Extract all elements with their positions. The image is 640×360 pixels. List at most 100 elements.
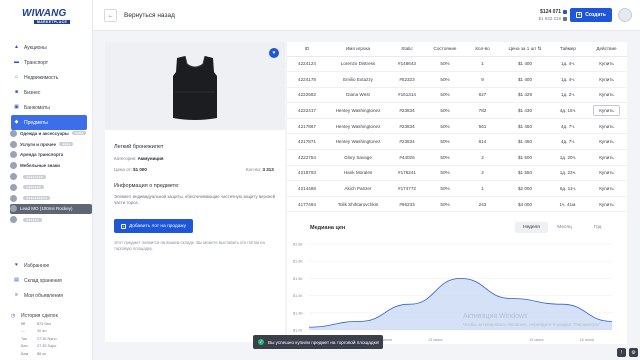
list-item[interactable]: Мебельные знаки (10, 160, 92, 171)
x-tick-label: 13 июня (428, 338, 442, 342)
buy-button[interactable]: Купить (586, 180, 627, 197)
table-cell: $1 429 (500, 87, 550, 104)
table-cell: 1д. 4ч. (550, 56, 586, 73)
logo[interactable]: WIWANG MARKETPLACE (22, 8, 71, 27)
status-badge: ●●●●●●●● (23, 174, 46, 179)
main-nav: ▲ Аукционы ▬ Транспорт ⌂ Недвижимость ■ Бизн… (11, 40, 87, 130)
briefcase-icon: ■ (14, 89, 19, 95)
table-cell: #23834 (389, 102, 425, 119)
avatar[interactable] (618, 8, 632, 22)
sidebar-item-transport[interactable]: ▬ Транспорт (11, 55, 87, 70)
list-item[interactable]: Одежда и аксессуары ●●●● (10, 128, 92, 139)
x-tick-label: 16 июня (580, 338, 594, 342)
sidebar-item-label: Бизнес (24, 89, 41, 96)
topbar: ← Вернуться назад $124 071 $1 832 219 + С… (93, 0, 640, 31)
table-cell: 4217867 (287, 118, 327, 135)
sidebar-item-label: Мои объявления (24, 292, 63, 299)
buy-button[interactable]: Купить (586, 118, 627, 135)
sidebar-item-realty[interactable]: ⌂ Недвижимость (11, 70, 87, 85)
table-row: 4224124 Lorenzo Distress #148643 50% 1 $1 400… (287, 56, 627, 73)
table-cell: 2 (465, 149, 500, 166)
table-cell: 50% (425, 102, 465, 119)
table-cell: 4222417 (287, 102, 327, 119)
back-link[interactable]: Вернуться назад (124, 12, 175, 19)
qty-row: Кол-во: 3 313 (246, 167, 274, 172)
list-item[interactable]: ●●●●●●● (10, 182, 92, 193)
list-item[interactable]: ●●●●●●●● (10, 171, 92, 182)
avatar (10, 216, 17, 224)
favorite-button[interactable]: ♥ (269, 48, 279, 58)
user-list: Одежда и аксессуары ●●●● Услуги и прочее ●… (10, 128, 92, 225)
table-cell: 50% (425, 71, 465, 88)
sidebar-item-auctions[interactable]: ▲ Аукционы (11, 40, 87, 55)
sidebar-item-label: Предметы (24, 119, 48, 126)
sidebar-item-my-ads[interactable]: ≡ Мои объявления (11, 288, 87, 303)
y-tick-label: $1.2К (293, 329, 303, 333)
table-cell: $1 450 (500, 118, 550, 135)
logo-text: WIWANG (22, 8, 67, 19)
col-condition[interactable]: Состояние (425, 42, 465, 57)
logo-sub: MARKETPLACE (34, 20, 71, 24)
y-tick-label: $1.8К (293, 243, 303, 247)
product-image: ♥ (105, 42, 285, 130)
table-cell: 50% (425, 118, 465, 135)
table-cell: Hentey Washingtonez (327, 102, 389, 119)
history-title[interactable]: ◷ История сделок (11, 312, 87, 320)
product-note: Этот предмет появится на вашем складе. В… (114, 240, 265, 251)
table-cell: Diana West (327, 87, 389, 104)
col-timer[interactable]: Таймер (550, 42, 586, 57)
buy-button[interactable]: Купить (586, 87, 627, 104)
buy-button[interactable]: Купить (586, 56, 627, 73)
table-cell: 1 (465, 180, 500, 197)
table-cell: 1д. 23ч. (550, 165, 586, 182)
col-qty[interactable]: Кол-во (465, 42, 500, 57)
col-price[interactable]: Цена за 1 шт ⇅ (500, 42, 550, 57)
list-item[interactable]: ●●●●●● (10, 214, 92, 225)
settings-icon[interactable]: ⚙ (629, 348, 638, 357)
table-cell: 50% (425, 149, 465, 166)
buy-button[interactable]: Купить (586, 149, 627, 166)
table-cell: 4222582 (287, 87, 327, 104)
bank-icon (563, 17, 567, 21)
table-row: 4218793 Hank Morales #176241 50% 2 $1 550 1д. … (287, 165, 627, 182)
add-lot-button[interactable]: + Добавить лот на продажу (114, 219, 193, 233)
tab-year[interactable]: Год (581, 222, 614, 233)
col-static[interactable]: Static (389, 42, 425, 57)
table-cell: #23834 (389, 118, 425, 135)
table-row: 4222417 Hentey Washingtonez #23834 50% 782 $1… (287, 102, 627, 119)
sidebar-item-label: Аукционы (24, 44, 47, 51)
list-item[interactable]: Аренда транспорта (10, 150, 92, 161)
col-action: Действие (586, 42, 627, 57)
buy-button[interactable]: Купить (586, 71, 627, 88)
plus-icon: + (576, 12, 583, 18)
sidebar-item-warehouse[interactable]: ▤ Склад хранения (11, 273, 87, 288)
balance-secondary: $1 832 219 (538, 16, 561, 21)
list-item[interactable]: Lead MO (100ms Rockey) (10, 203, 92, 215)
back-button[interactable]: ← (104, 9, 117, 22)
sidebar-item-favorites[interactable]: ♥ Избранное (11, 258, 87, 273)
table-cell: 4222754 (287, 149, 327, 166)
y-tick-label: $1.5К (293, 277, 303, 281)
create-button[interactable]: + Создать (570, 8, 612, 22)
sidebar-item-business[interactable]: ■ Бизнес (11, 85, 87, 100)
buy-button-label: Купить (599, 201, 614, 207)
tab-week[interactable]: Неделя (515, 222, 548, 233)
info-icon[interactable]: ! (617, 348, 626, 357)
avatar (10, 205, 17, 213)
sidebar-item-label: Транспорт (24, 59, 49, 66)
col-id[interactable]: ID (287, 42, 327, 57)
buy-button[interactable]: Купить (586, 165, 627, 182)
list-item[interactable]: ●●●●●●●●●● (10, 193, 92, 204)
price-row: Цена от: $1 000 (114, 167, 147, 172)
sidebar-item-atm[interactable]: ▣ Банкоматы (11, 100, 87, 115)
tab-month[interactable]: Месяц (548, 222, 581, 233)
table-cell: Emilio Extazzy (327, 71, 389, 88)
table-cell: 50% (425, 165, 465, 182)
col-player[interactable]: Имя игрока (327, 42, 389, 57)
table-cell: 50% (425, 133, 465, 151)
buy-button[interactable]: Купить (586, 133, 627, 151)
buy-button[interactable]: Купить (586, 102, 627, 119)
buy-button[interactable]: Купить (586, 196, 627, 213)
buy-button-label: Купить (599, 123, 614, 129)
list-item[interactable]: Услуги и прочее ●●●● (10, 139, 92, 150)
